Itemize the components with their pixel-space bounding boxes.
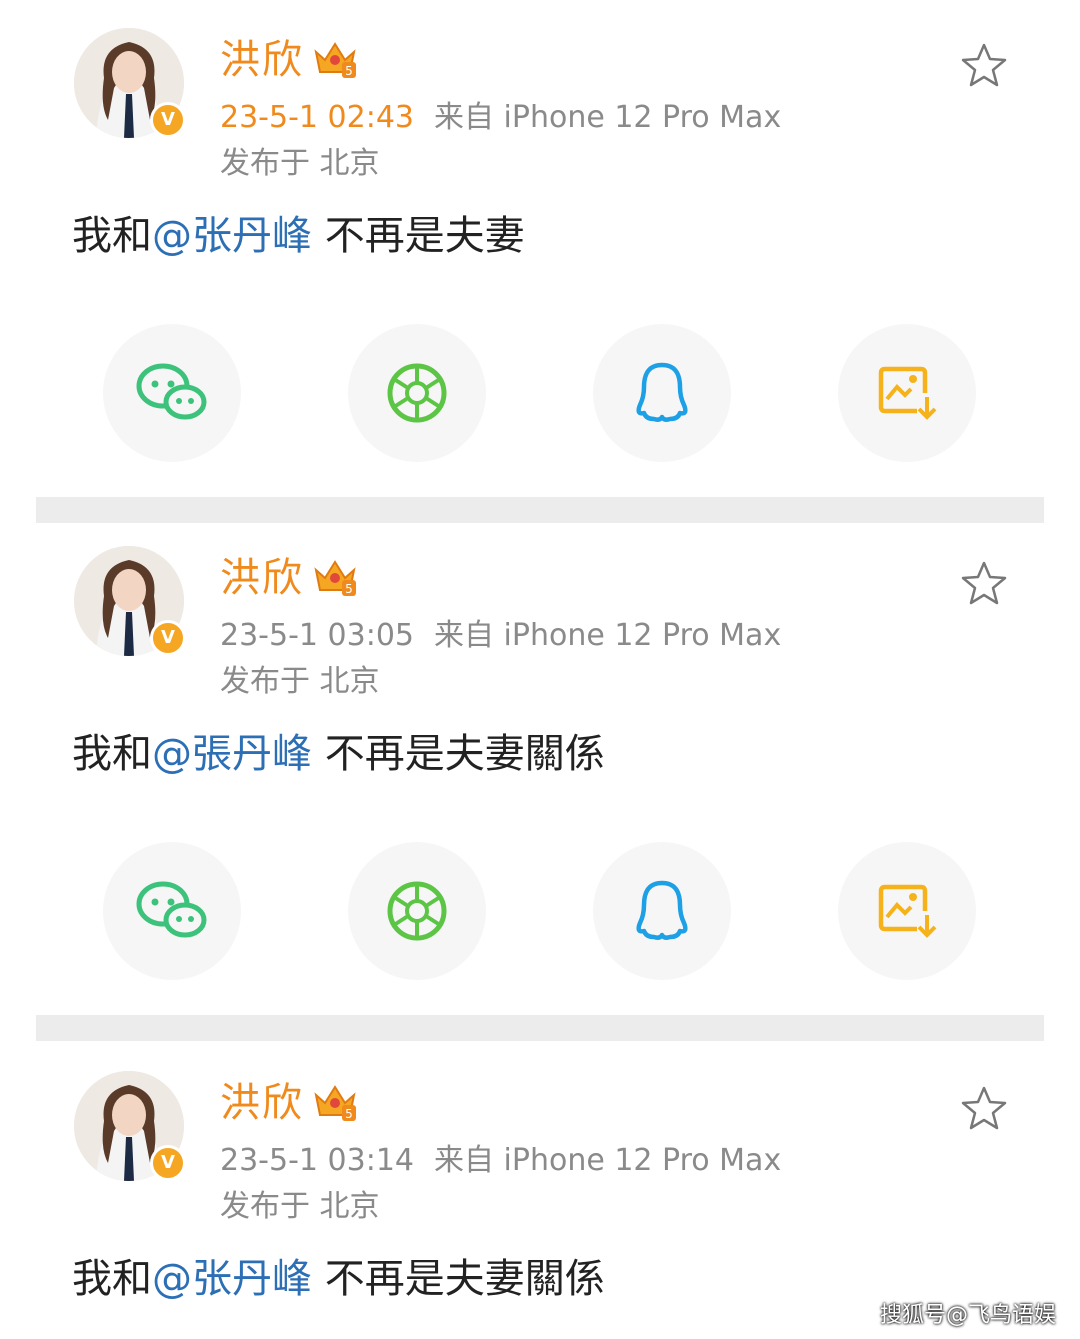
share-row [0, 842, 1080, 980]
mention-link[interactable]: @張丹峰 [152, 731, 312, 777]
share-moments-button[interactable] [348, 842, 486, 980]
post-meta: 23-5-1 03:05 来自 iPhone 12 Pro Max [220, 616, 781, 656]
post-divider [36, 497, 1044, 523]
favorite-star-icon[interactable] [960, 1085, 1008, 1131]
user-name[interactable]: 洪欣 [220, 554, 304, 602]
svg-text:5: 5 [345, 582, 353, 596]
share-wechat-button[interactable] [103, 842, 241, 980]
vip-crown-icon: 5 [314, 1085, 356, 1121]
share-row [0, 324, 1080, 462]
post-location: 发布于 北京 [220, 664, 380, 699]
watermark: 搜狐号@飞鸟语娱 [879, 1303, 1056, 1328]
post-source: 来自 iPhone 12 Pro Max [434, 618, 782, 653]
share-qq-button[interactable] [593, 324, 731, 462]
post-content: 我和@張丹峰 不再是夫妻關係 [72, 726, 605, 782]
post-meta: 23-5-1 02:43 来自 iPhone 12 Pro Max [220, 98, 781, 138]
vip-crown-icon: 5 [314, 560, 356, 596]
post-text: 不再是夫妻關係 [312, 731, 605, 777]
svg-text:5: 5 [345, 1107, 353, 1121]
post-text: 我和 [72, 1256, 152, 1302]
post-source: 来自 iPhone 12 Pro Max [434, 100, 782, 135]
post-time: 23-5-1 03:05 [220, 618, 414, 653]
save-image-button[interactable] [838, 324, 976, 462]
favorite-star-icon[interactable] [960, 42, 1008, 88]
post-content: 我和@张丹峰 不再是夫妻關係 [72, 1251, 605, 1307]
verified-badge-icon: V [150, 1145, 186, 1181]
share-wechat-button[interactable] [103, 324, 241, 462]
save-image-button[interactable] [838, 842, 976, 980]
verified-badge-icon: V [150, 620, 186, 656]
share-moments-button[interactable] [348, 324, 486, 462]
mention-link[interactable]: @张丹峰 [152, 1256, 312, 1302]
mention-link[interactable]: @张丹峰 [152, 213, 312, 259]
qq-icon [636, 880, 688, 940]
post-meta: 23-5-1 03:14 来自 iPhone 12 Pro Max [220, 1141, 781, 1181]
wechat-icon [136, 363, 207, 420]
qq-icon [636, 362, 688, 422]
post-time: 23-5-1 03:14 [220, 1143, 414, 1178]
user-name[interactable]: 洪欣 [220, 36, 304, 84]
post-time: 23-5-1 02:43 [220, 100, 414, 135]
post-location: 发布于 北京 [220, 146, 380, 181]
post-content: 我和@张丹峰 不再是夫妻 [72, 208, 525, 264]
wechat-icon [136, 881, 207, 938]
save-image-icon [878, 366, 937, 420]
verified-badge-icon: V [150, 102, 186, 138]
post-text: 不再是夫妻 [312, 213, 525, 259]
share-qq-button[interactable] [593, 842, 731, 980]
svg-text:5: 5 [345, 64, 353, 78]
post-divider [36, 1015, 1044, 1041]
post-text: 我和 [72, 213, 152, 259]
favorite-star-icon[interactable] [960, 560, 1008, 606]
post-source: 来自 iPhone 12 Pro Max [434, 1143, 782, 1178]
save-image-icon [878, 884, 937, 938]
post-text: 我和 [72, 731, 152, 777]
user-name[interactable]: 洪欣 [220, 1079, 304, 1127]
post-location: 发布于 北京 [220, 1189, 380, 1224]
moments-icon [387, 881, 447, 941]
post-text: 不再是夫妻關係 [312, 1256, 605, 1302]
moments-icon [387, 363, 447, 423]
vip-crown-icon: 5 [314, 42, 356, 78]
